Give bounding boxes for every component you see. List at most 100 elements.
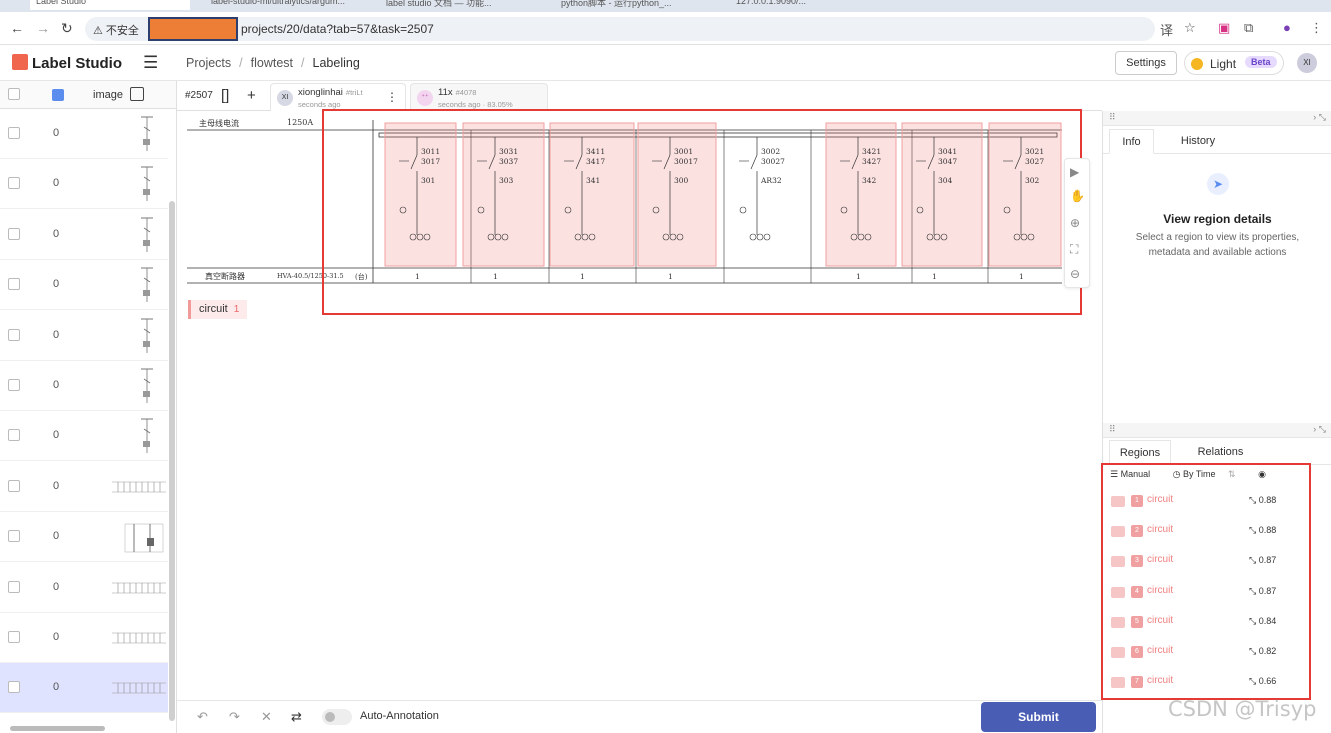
back-icon[interactable]: ← (10, 20, 24, 36)
breadcrumb-project[interactable]: flowtest (251, 56, 293, 70)
user-avatar[interactable]: XI (1297, 53, 1317, 73)
settings-button[interactable]: Settings (1115, 51, 1177, 75)
task-row-value: 0 (53, 681, 60, 694)
extension-icon[interactable]: ▣ (1218, 20, 1230, 36)
breadcrumb-projects[interactable]: Projects (186, 56, 231, 70)
panel-controls-icon[interactable]: › ⤡ (1313, 424, 1326, 435)
app-logo[interactable]: Label Studio (12, 54, 122, 72)
browser-tab[interactable]: label-studio-ml/ultralytics/argum... (205, 0, 365, 10)
task-list-scrollbar[interactable] (169, 201, 175, 721)
task-list-hscrollbar[interactable] (10, 726, 105, 731)
task-row-checkbox[interactable] (8, 681, 20, 694)
more-options-icon[interactable]: ⋮ (386, 90, 398, 104)
task-row-checkbox[interactable] (8, 580, 20, 593)
column-header-image[interactable]: image (93, 89, 123, 101)
task-thumbnail (141, 318, 153, 353)
beta-badge: Beta (1245, 56, 1277, 68)
zoom-in-icon[interactable]: ⊕ (1070, 216, 1080, 230)
profile-icon[interactable]: ● (1283, 20, 1291, 35)
watermark: CSDN @Trisyp (1168, 697, 1317, 721)
task-row[interactable]: 0 (0, 260, 168, 311)
task-row-checkbox[interactable] (8, 631, 20, 643)
task-row[interactable]: 0 (0, 462, 168, 512)
task-row[interactable]: 0 (0, 563, 168, 613)
submit-button[interactable]: Submit (981, 702, 1096, 732)
swap-icon[interactable]: ⇄ (291, 709, 302, 725)
task-row-checkbox[interactable] (8, 227, 20, 240)
translate-icon[interactable]: 译 (1160, 20, 1173, 39)
browser-tab[interactable]: python脚本 - 运行python_... (555, 0, 715, 10)
task-row-checkbox[interactable] (8, 429, 20, 442)
task-row[interactable]: 0 (0, 613, 168, 663)
panel-header-regions[interactable]: ⠿ › ⤡ (1103, 423, 1331, 438)
browser-menu-icon[interactable]: ⋮ (1310, 20, 1323, 36)
bookmark-star-icon[interactable]: ☆ (1184, 20, 1196, 36)
task-row[interactable]: 0 (0, 411, 168, 462)
task-row-checkbox[interactable] (8, 379, 20, 391)
breadcrumb: Projects / flowtest / Labeling (186, 56, 360, 70)
pan-tool-icon[interactable]: ✋ (1070, 189, 1085, 203)
sun-icon (1191, 58, 1203, 70)
task-row[interactable]: 0 (0, 663, 168, 714)
prediction-tab[interactable]: ⁺⁺ 11x #4078 seconds ago · 83.05% (410, 83, 548, 111)
drag-handle-icon[interactable]: ⠿ (1109, 424, 1116, 435)
extensions-puzzle-icon[interactable]: ⧉ (1244, 20, 1253, 36)
task-row[interactable]: 0 (0, 361, 168, 411)
undo-icon[interactable]: ↶ (197, 709, 208, 725)
tab-relations[interactable]: Relations (1188, 440, 1253, 465)
image-column-icon (130, 87, 144, 101)
task-id: #2507 (185, 90, 213, 101)
tab-regions[interactable]: Regions (1109, 440, 1171, 465)
task-row-checkbox[interactable] (8, 127, 20, 139)
reset-icon[interactable]: ✕ (261, 709, 272, 725)
columns-icon[interactable] (52, 89, 64, 101)
task-row-checkbox[interactable] (8, 177, 20, 190)
panel-controls-icon[interactable]: › ⤡ (1313, 112, 1326, 123)
panel-header-info[interactable]: ⠿ › ⤡ (1103, 111, 1331, 126)
browser-tab[interactable]: Label Studio (30, 0, 190, 10)
select-all-checkbox[interactable] (8, 88, 20, 100)
task-thumbnail (141, 267, 153, 303)
task-row[interactable]: 0 (0, 109, 168, 159)
pointer-tool-icon[interactable]: ▶ (1070, 165, 1079, 179)
fit-view-icon[interactable]: ⛶ (1070, 242, 1078, 257)
task-row[interactable]: 0 (0, 311, 168, 361)
bottom-toolbar: ↶ ↷ ✕ ⇄ Auto-Annotation Submit (177, 700, 1102, 733)
browser-tab[interactable]: label studio 文档 — 功能... (380, 0, 540, 10)
task-thumbnail (141, 116, 153, 151)
task-thumbnail (124, 523, 164, 553)
reload-icon[interactable]: ↻ (61, 20, 73, 37)
task-thumbnail (141, 166, 153, 202)
theme-toggle[interactable]: Light Beta (1184, 51, 1284, 75)
security-warning[interactable]: ⚠ 不安全 (93, 22, 139, 38)
redo-icon[interactable]: ↷ (229, 709, 240, 725)
url-text[interactable]: projects/20/data?tab=57&task=2507 (241, 22, 434, 36)
tab-info[interactable]: Info (1109, 129, 1154, 154)
split-view-icon[interactable]: [] (221, 87, 229, 104)
drag-handle-icon[interactable]: ⠿ (1109, 112, 1116, 123)
label-chip[interactable]: circuit 1 (188, 300, 248, 319)
task-row-checkbox[interactable] (8, 479, 20, 492)
empty-state-description: Select a region to view its properties, … (1135, 232, 1300, 258)
task-row-checkbox[interactable] (8, 328, 20, 341)
menu-hamburger-icon[interactable]: ☰ (143, 53, 158, 73)
auto-annotation-toggle[interactable] (322, 709, 352, 725)
task-row-value: 0 (53, 177, 60, 190)
task-row-value: 0 (53, 227, 60, 240)
forward-icon[interactable]: → (36, 20, 50, 36)
annotation-tab[interactable]: XI xionglinhai #triLt seconds ago ⋮ (270, 83, 406, 111)
task-row[interactable]: 0 (0, 210, 168, 260)
regions-tabs: Regions Relations (1103, 440, 1331, 465)
task-row-checkbox[interactable] (8, 530, 20, 543)
zoom-out-icon[interactable]: ⊖ (1070, 267, 1080, 281)
add-annotation-icon[interactable]: + (247, 87, 256, 104)
task-row[interactable]: 0 (0, 512, 168, 563)
tab-history[interactable]: History (1173, 129, 1223, 154)
logo-icon (12, 54, 28, 70)
task-row-checkbox[interactable] (8, 278, 20, 291)
browser-tab[interactable]: 127.0.0.1:9090/... (730, 0, 890, 10)
task-row-value: 0 (53, 379, 60, 391)
theme-label: Light (1210, 57, 1237, 71)
task-row[interactable]: 0 (0, 159, 168, 210)
address-bar[interactable]: ⚠ 不安全 projects/20/data?tab=57&task=2507 (85, 17, 1155, 41)
